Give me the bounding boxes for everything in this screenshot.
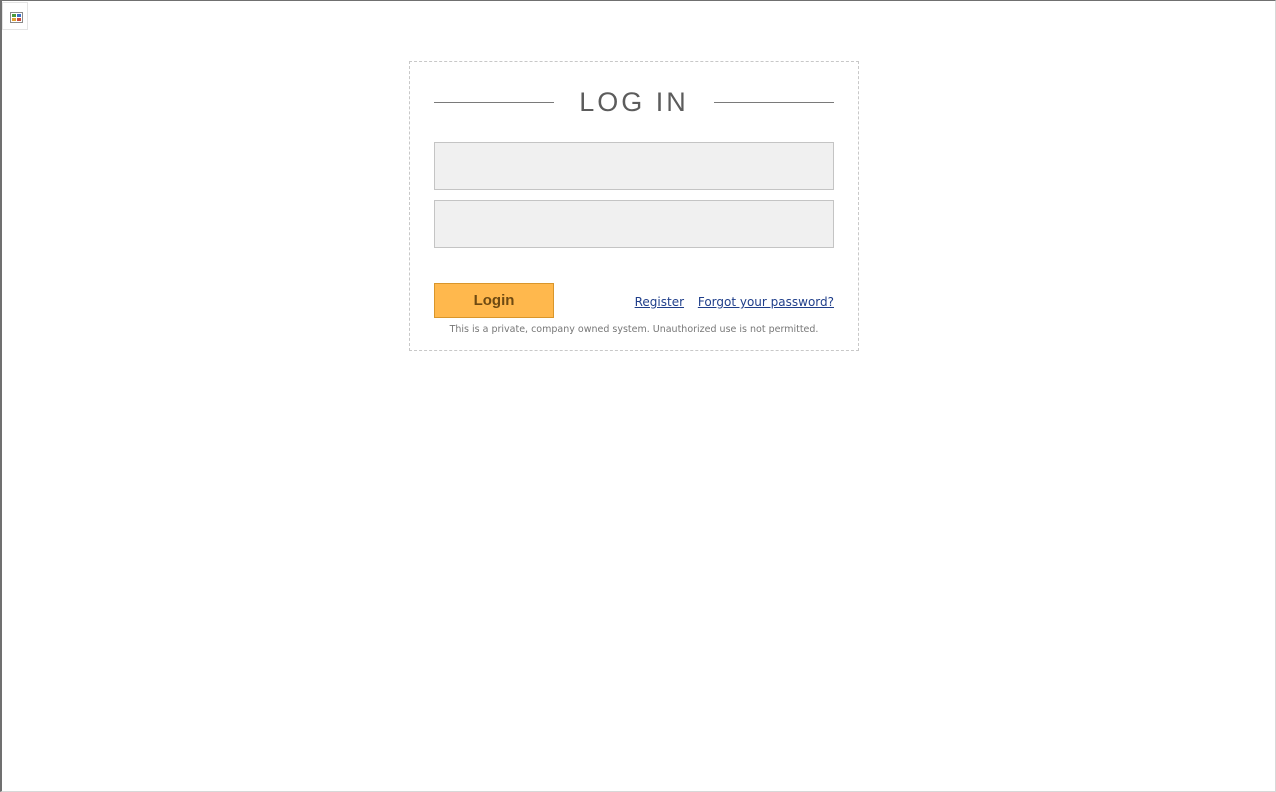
broken-image-placeholder <box>2 2 28 30</box>
usage-disclaimer: This is a private, company owned system.… <box>449 324 819 335</box>
login-heading: LOG IN <box>434 86 834 118</box>
forgot-password-link[interactable]: Forgot your password? <box>698 295 834 309</box>
register-link[interactable]: Register <box>635 295 684 309</box>
heading-divider-right <box>714 102 834 103</box>
account-links: Register Forgot your password? <box>635 294 834 310</box>
login-title: LOG IN <box>579 87 689 117</box>
password-field[interactable] <box>434 200 834 248</box>
login-panel: LOG IN Login Register Forgot your passwo… <box>409 61 859 351</box>
username-field[interactable] <box>434 142 834 190</box>
heading-divider-left <box>434 102 554 103</box>
login-button[interactable]: Login <box>434 283 554 318</box>
broken-image-icon <box>10 12 23 23</box>
